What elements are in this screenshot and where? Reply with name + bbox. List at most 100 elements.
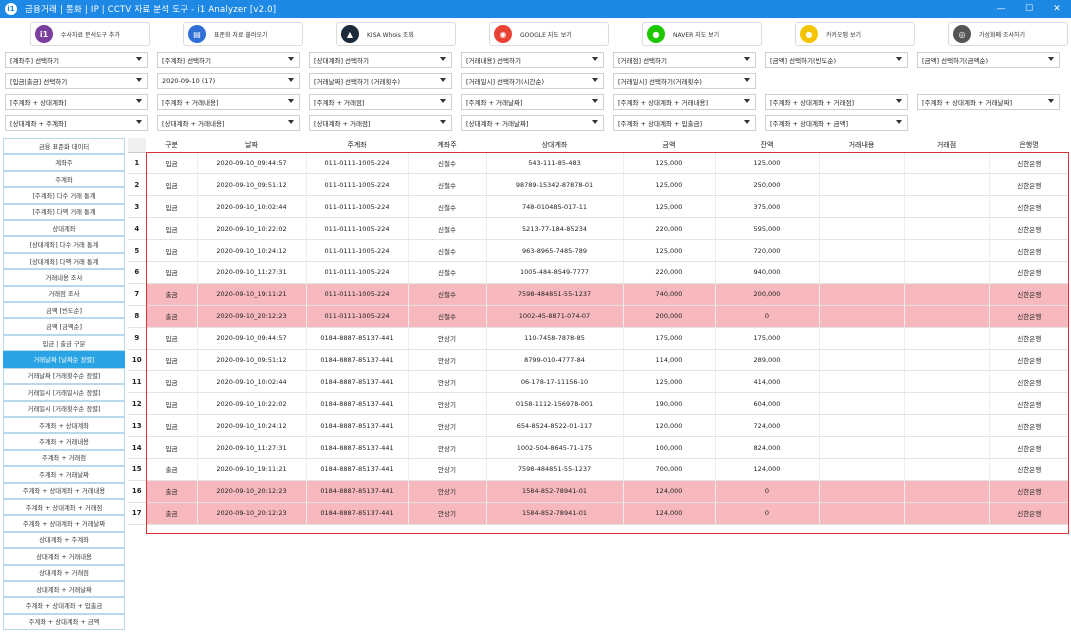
column-header[interactable]: 상대계좌	[486, 138, 623, 153]
table-cell[interactable]: 신한은행	[988, 152, 1069, 175]
table-cell[interactable]: 595,000	[714, 217, 819, 241]
dropdown-main-date[interactable]: [주계좌 + 거래날짜]	[461, 94, 604, 110]
dropdown-account-holder[interactable]: [계좌주] 선택하기	[5, 52, 148, 68]
row-number[interactable]: 2	[128, 173, 146, 197]
table-cell[interactable]: 안상기	[407, 392, 486, 416]
sidebar-item[interactable]: 거래일시 [거래횟수순 정렬]	[3, 400, 125, 417]
table-cell[interactable]	[903, 173, 989, 197]
table-cell[interactable]: 125,000	[622, 173, 715, 197]
table-cell[interactable]: 2020-09-10_19:11:21	[196, 283, 306, 306]
dropdown-transaction-date[interactable]: [거래날짜] 선택하기 (거래횟수)	[309, 73, 452, 89]
table-cell[interactable]: 125,000	[622, 239, 715, 262]
dropdown-main-detail[interactable]: [주계좌 + 거래내용]	[157, 94, 300, 110]
table-cell[interactable]	[903, 283, 989, 306]
table-cell[interactable]: 신철수	[407, 173, 486, 197]
sidebar-item[interactable]: 주계좌 + 상대계좌 + 거래점	[3, 498, 125, 516]
row-number[interactable]: 15	[128, 458, 146, 481]
table-cell[interactable]: 220,000	[622, 261, 715, 284]
table-cell[interactable]: 543-111-85-483	[485, 152, 623, 175]
table-row[interactable]: 3 입금 2020-09-10_10:02:44 011-0111-1005-224 신…	[128, 195, 1069, 219]
sidebar-item[interactable]: [상대계좌] 다수 거래 통계	[3, 236, 125, 253]
table-cell[interactable]: 2020-09-10_09:44:57	[196, 327, 306, 350]
row-number[interactable]: 16	[128, 480, 146, 503]
table-cell[interactable]: 신한은행	[988, 392, 1069, 416]
table-cell[interactable]: 0184-8887-85137-441	[305, 436, 408, 459]
sidebar-item[interactable]: 거래일시 [거래일시순 정렬]	[3, 384, 125, 401]
table-cell[interactable]: 입금	[145, 217, 197, 241]
table-cell[interactable]: 신한은행	[988, 305, 1069, 328]
sidebar-item[interactable]: 거래날짜 [거래횟수순 정렬]	[3, 367, 125, 385]
table-cell[interactable]	[903, 261, 989, 284]
sidebar-item[interactable]: 주계좌	[3, 170, 125, 188]
close-button[interactable]: ✕	[1043, 0, 1071, 18]
row-number[interactable]: 5	[128, 239, 146, 262]
table-cell[interactable]	[818, 458, 904, 481]
table-cell[interactable]: 입금	[145, 152, 197, 175]
dropdown-deposit-withdraw[interactable]: [입금|출금] 선택하기	[5, 73, 148, 89]
sidebar-item[interactable]: 금액 [빈도순]	[3, 302, 125, 319]
table-cell[interactable]: 2020-09-10_11:27:31	[196, 436, 306, 459]
column-header[interactable]: 잔액	[715, 138, 819, 153]
table-cell[interactable]: 안상기	[407, 370, 486, 394]
sidebar-item[interactable]: 주계좌 + 상대계좌 + 금액	[3, 613, 125, 631]
sidebar-item[interactable]: 거래날짜 [날짜순 정렬]	[3, 351, 125, 368]
row-number[interactable]: 3	[128, 195, 146, 219]
table-cell[interactable]: 신철수	[407, 283, 486, 306]
row-number[interactable]: 8	[128, 305, 146, 328]
table-cell[interactable]: 175,000	[622, 327, 715, 350]
table-cell[interactable]	[903, 370, 989, 394]
table-cell[interactable]: 신한은행	[988, 458, 1069, 481]
table-cell[interactable]	[818, 261, 904, 284]
table-row[interactable]: 9 입금 2020-09-10_09:44:57 0184-8887-85137-44…	[128, 327, 1069, 350]
column-header[interactable]: 거래내용	[819, 138, 904, 153]
table-cell[interactable]: 0	[714, 305, 819, 328]
row-number[interactable]: 4	[128, 217, 146, 241]
table-cell[interactable]: 2020-09-10_09:44:57	[196, 152, 306, 175]
table-cell[interactable]: 0184-8887-85137-441	[305, 414, 408, 438]
row-number[interactable]: 12	[128, 392, 146, 416]
dropdown-transaction-detail[interactable]: [거래내용] 선택하기	[461, 52, 604, 68]
table-cell[interactable]: 안상기	[407, 327, 486, 350]
sidebar-item[interactable]: 입금 | 출금 구분	[3, 334, 125, 352]
table-cell[interactable]: 0	[714, 502, 819, 525]
table-cell[interactable]	[903, 195, 989, 219]
table-cell[interactable]: 2020-09-10_10:24:12	[196, 239, 306, 262]
table-row[interactable]: 5 입금 2020-09-10_10:24:12 011-0111-1005-224 신…	[128, 239, 1069, 262]
sidebar-item[interactable]: 거래내용 조사	[3, 269, 125, 286]
table-cell[interactable]: 2020-09-10_10:22:02	[196, 392, 306, 416]
table-cell[interactable]: 입금	[145, 392, 197, 416]
dropdown-main-account[interactable]: [주계좌] 선택하기	[157, 52, 300, 68]
table-cell[interactable]: 0184-8887-85137-441	[305, 327, 408, 350]
table-row[interactable]: 15 출금 2020-09-10_19:11:21 0184-8887-85137-4…	[128, 458, 1069, 481]
table-cell[interactable]: 1005-484-8549-7777	[485, 261, 623, 284]
table-cell[interactable]: 7598-484851-55-1237	[485, 458, 623, 481]
table-cell[interactable]: 2020-09-10_10:24:12	[196, 414, 306, 438]
table-cell[interactable]: 0184-8887-85137-441	[305, 480, 408, 503]
table-cell[interactable]	[818, 327, 904, 350]
table-cell[interactable]: 2020-09-10_20:12:23	[196, 502, 306, 525]
table-cell[interactable]	[818, 436, 904, 459]
table-cell[interactable]	[818, 173, 904, 197]
table-cell[interactable]: 190,000	[622, 392, 715, 416]
table-cell[interactable]	[818, 414, 904, 438]
table-cell[interactable]	[818, 217, 904, 241]
table-cell[interactable]: 125,000	[622, 370, 715, 394]
column-header[interactable]: 날짜	[197, 138, 306, 153]
table-cell[interactable]	[818, 370, 904, 394]
table-cell[interactable]: 175,000	[714, 327, 819, 350]
table-cell[interactable]: 011-0111-1005-224	[305, 152, 408, 175]
sidebar-item[interactable]: 주계좌 + 거래점	[3, 449, 125, 467]
table-cell[interactable]	[903, 392, 989, 416]
table-cell[interactable]: 출금	[145, 283, 197, 306]
table-cell[interactable]: 5213-77-184-85234	[485, 217, 623, 241]
table-cell[interactable]: 안상기	[407, 502, 486, 525]
table-cell[interactable]: 011-0111-1005-224	[305, 239, 408, 262]
table-cell[interactable]	[818, 239, 904, 262]
sidebar-item[interactable]: 주계좌 + 거래날짜	[3, 466, 125, 483]
sidebar-item[interactable]: 상대계좌 + 거래날짜	[3, 580, 125, 598]
sidebar-item[interactable]: [주계좌] 다수 거래 통계	[3, 187, 125, 204]
table-cell[interactable]: 2020-09-10_10:22:02	[196, 217, 306, 241]
dropdown-main-branch[interactable]: [주계좌 + 거래점]	[309, 94, 452, 110]
table-cell[interactable]	[903, 414, 989, 438]
table-cell[interactable]: 입금	[145, 436, 197, 459]
